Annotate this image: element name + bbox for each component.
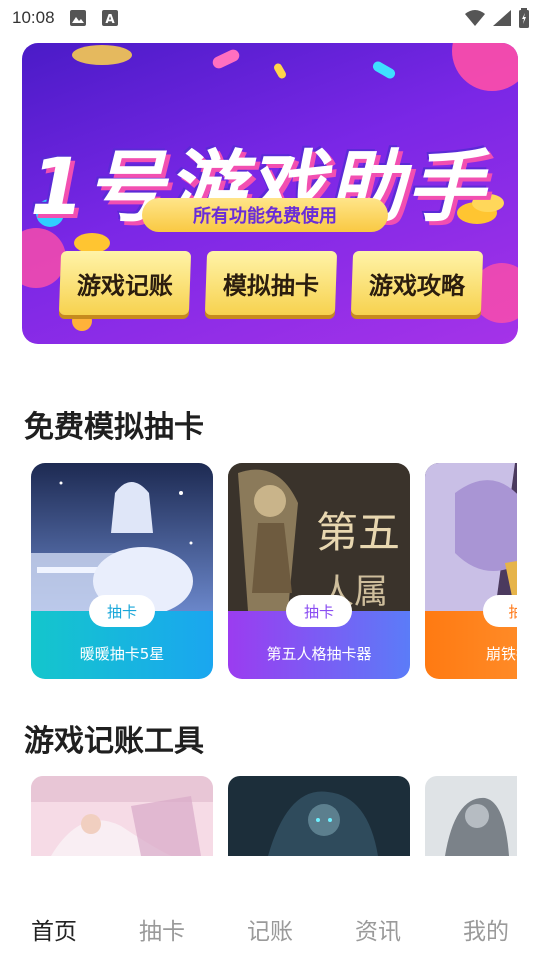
draw-card-star-rail[interactable]: 抽 崩铁抽卡 — [425, 463, 517, 679]
accounting-card-list[interactable] — [31, 776, 517, 856]
font-icon: A — [101, 9, 119, 27]
draw-card-list[interactable]: 抽卡 暖暖抽卡5星 第五 人属 抽卡 第五人格抽卡器 抽 崩铁抽卡 — [31, 463, 517, 679]
card-name: 第五人格抽卡器 — [266, 645, 372, 663]
draw-card-nuannuan[interactable]: 抽卡 暖暖抽卡5星 — [31, 463, 213, 679]
card-art-identity-v: 第五 人属 — [228, 463, 410, 611]
banner-feature-accounting: 游戏记账 — [58, 251, 192, 315]
image-icon — [69, 9, 87, 27]
card-tag: 抽卡 — [286, 595, 352, 627]
status-indicators — [464, 8, 530, 32]
banner-feature-guide: 游戏攻略 — [350, 251, 484, 315]
draw-card-identity-v[interactable]: 第五 人属 抽卡 第五人格抽卡器 — [228, 463, 410, 679]
svg-text:A: A — [105, 12, 115, 26]
accounting-card-art-3 — [425, 776, 517, 856]
card-art-pianist — [31, 463, 213, 611]
card-name: 崩铁抽卡 — [485, 645, 517, 663]
wifi-icon — [464, 9, 486, 31]
card-name: 暖暖抽卡5星 — [79, 645, 165, 663]
banner-feature-draw: 模拟抽卡 — [204, 251, 338, 315]
accounting-card-1[interactable] — [31, 776, 213, 856]
svg-text:第五: 第五 — [316, 508, 400, 557]
section-title-accounting: 游戏记账工具 — [24, 724, 204, 759]
nav-profile[interactable]: 我的 — [432, 886, 540, 960]
promo-banner[interactable]: 1号游戏助手 所有功能免费使用 游戏记账 模拟抽卡 游戏攻略 — [22, 43, 518, 344]
accounting-card-art-1 — [31, 776, 213, 856]
nav-accounting[interactable]: 记账 — [216, 886, 324, 960]
accounting-card-art-2 — [228, 776, 410, 856]
bottom-nav: 首页 抽卡 记账 资讯 我的 — [0, 886, 540, 960]
status-bar: 10:08 A — [0, 0, 540, 36]
nav-home[interactable]: 首页 — [0, 886, 108, 960]
card-tag: 抽卡 — [89, 595, 155, 627]
banner-subtitle: 所有功能免费使用 — [142, 198, 388, 232]
accounting-card-3[interactable] — [425, 776, 517, 856]
nav-draw[interactable]: 抽卡 — [108, 886, 216, 960]
signal-icon — [492, 9, 512, 31]
section-title-draw-cards: 免费模拟抽卡 — [24, 410, 204, 445]
battery-icon — [518, 8, 530, 32]
card-tag: 抽 — [483, 595, 517, 627]
status-time: 10:08 — [12, 8, 55, 27]
accounting-card-2[interactable] — [228, 776, 410, 856]
card-art-star-rail — [425, 463, 517, 611]
nav-news[interactable]: 资讯 — [324, 886, 432, 960]
